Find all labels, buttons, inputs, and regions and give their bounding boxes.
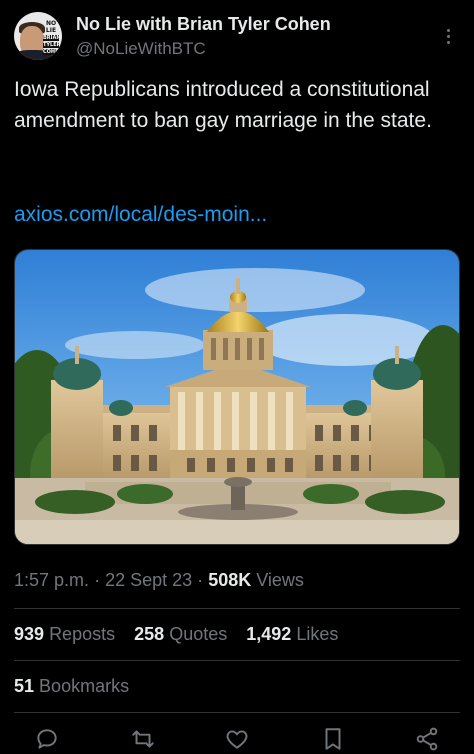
author-name[interactable]: No Lie with Brian Tyler Cohen <box>76 14 331 35</box>
avatar-logo-line: BRIAN <box>43 35 61 41</box>
engagement-stats: 939 Reposts 258 Quotes 1,492 Likes <box>14 624 352 645</box>
avatar[interactable]: NO LIE BRIAN TYLER COHEN <box>14 12 62 60</box>
quotes-label: Quotes <box>169 624 228 644</box>
avatar-logo: NO LIE BRIAN TYLER COHEN <box>41 20 62 55</box>
post-image[interactable] <box>14 249 460 545</box>
meta-separator: · <box>197 570 204 590</box>
views-label: Views <box>256 570 304 590</box>
divider <box>14 712 460 713</box>
author-handle[interactable]: @NoLieWithBTC <box>76 39 206 59</box>
likes-label: Likes <box>296 624 339 644</box>
avatar-logo-line: COHEN <box>43 49 62 55</box>
likes-stat[interactable]: 1,492 Likes <box>246 624 338 644</box>
avatar-logo-line: TYLER <box>43 42 61 48</box>
post-time[interactable]: 1:57 p.m. <box>14 570 89 590</box>
bookmarks-count: 51 <box>14 676 35 696</box>
divider <box>14 608 460 609</box>
post-header: NO LIE BRIAN TYLER COHEN No Lie with Bri… <box>14 12 460 68</box>
reply-icon[interactable] <box>34 726 60 752</box>
more-icon[interactable] <box>438 26 458 46</box>
post-date[interactable]: 22 Sept 23 <box>105 570 192 590</box>
like-icon[interactable] <box>224 726 250 752</box>
more-dot <box>446 40 450 44</box>
post-link[interactable]: axios.com/local/des-moin... <box>14 200 267 230</box>
capitol-photo <box>15 250 459 544</box>
avatar-logo-line: NO LIE <box>45 20 57 34</box>
reposts-stat[interactable]: 939 Reposts <box>14 624 115 644</box>
share-icon[interactable] <box>414 726 440 752</box>
meta-separator: · <box>94 570 101 590</box>
more-dot <box>446 28 450 32</box>
action-bar <box>14 722 460 754</box>
reposts-label: Reposts <box>49 624 116 644</box>
post-meta: 1:57 p.m. · 22 Sept 23 · 508K Views <box>14 570 304 591</box>
reposts-count: 939 <box>14 624 45 644</box>
post-text: Iowa Republicans introduced a constituti… <box>14 78 432 132</box>
quotes-stat[interactable]: 258 Quotes <box>134 624 227 644</box>
bookmark-icon[interactable] <box>320 726 346 752</box>
views-count: 508K <box>208 570 252 590</box>
quotes-count: 258 <box>134 624 165 644</box>
bookmarks-stat[interactable]: 51 Bookmarks <box>14 676 129 697</box>
bookmarks-label: Bookmarks <box>39 676 130 696</box>
more-dot <box>446 34 450 38</box>
repost-icon[interactable] <box>130 726 156 752</box>
likes-count: 1,492 <box>246 624 292 644</box>
divider <box>14 660 460 661</box>
